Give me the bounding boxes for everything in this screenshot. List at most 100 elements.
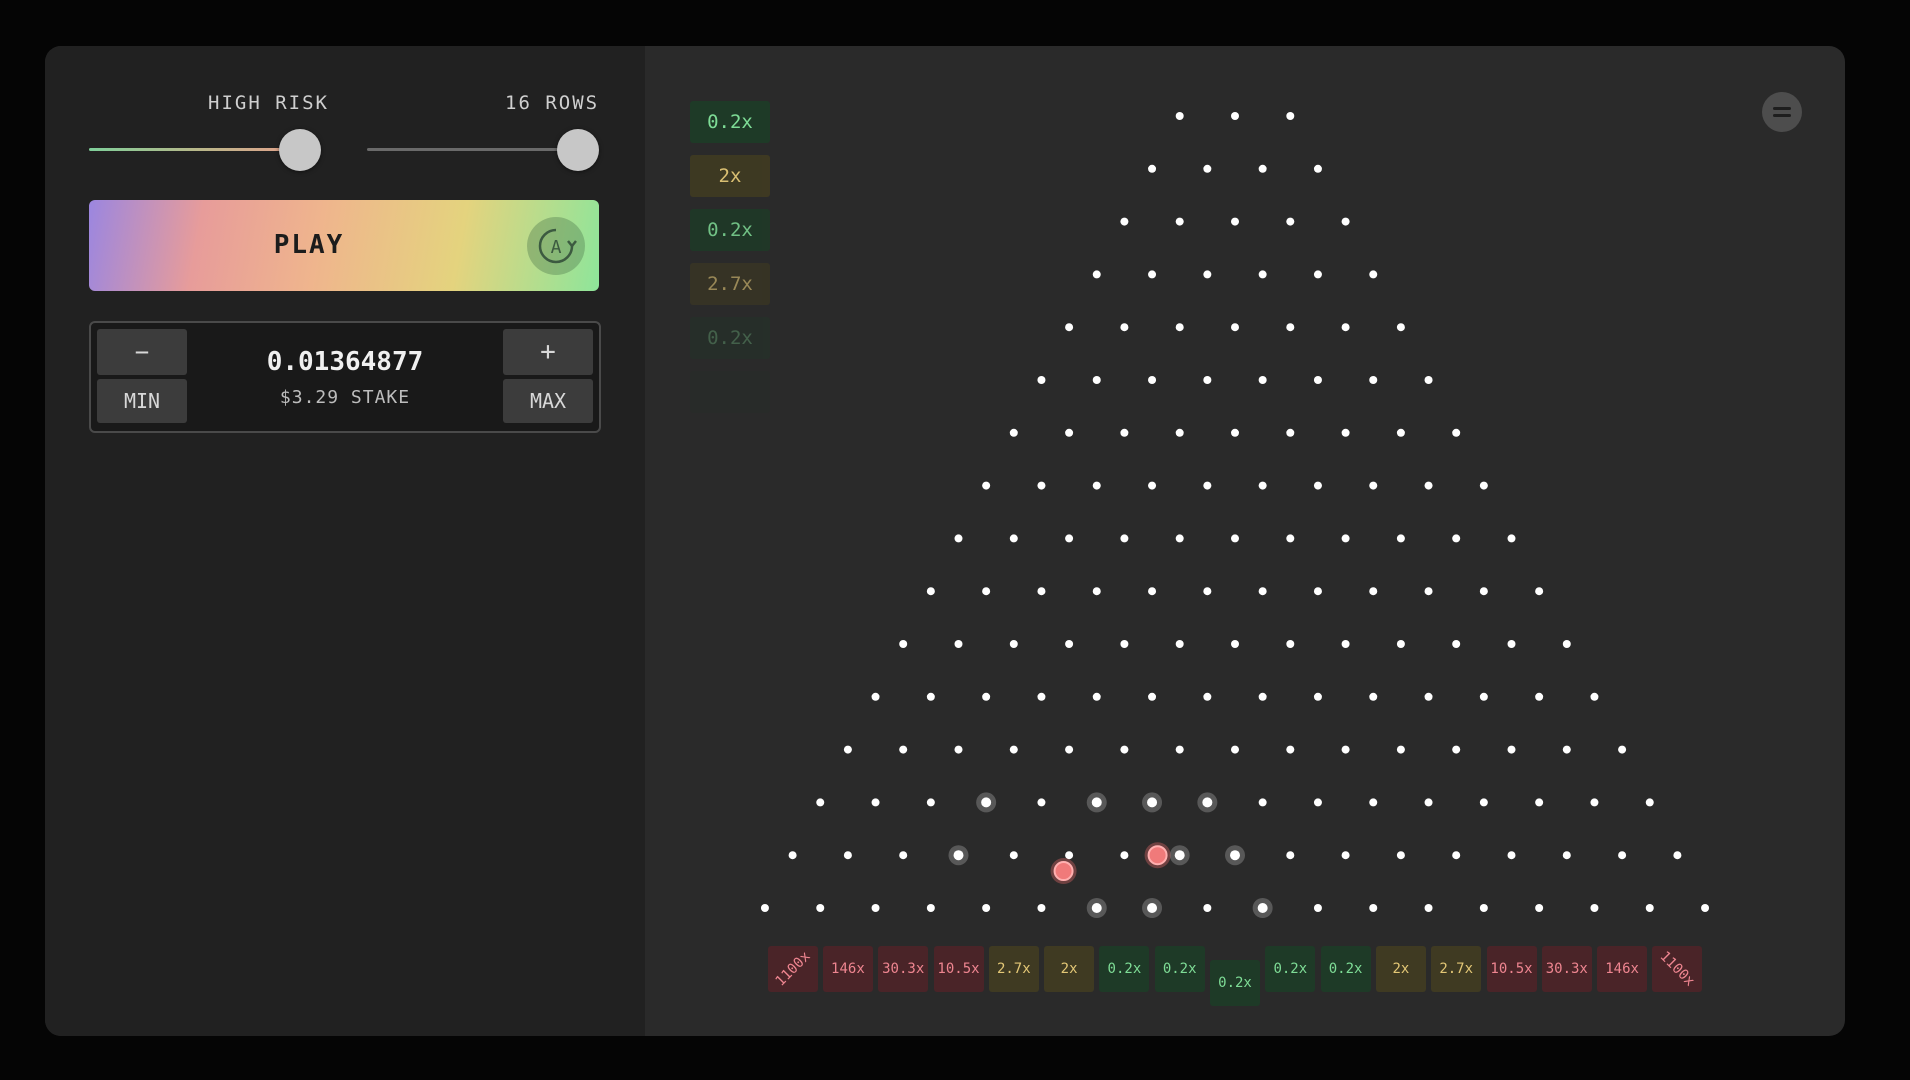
peg [1369,270,1378,279]
peg [1231,112,1239,120]
peg [1396,428,1405,437]
peg [1009,534,1018,543]
peg [1424,376,1433,384]
multiplier-bucket: 2.7x [988,946,1039,992]
peg [1203,270,1212,279]
peg [1369,798,1378,807]
peg [1148,376,1157,384]
play-button[interactable]: PLAY A [89,200,599,291]
peg [1120,534,1129,543]
peg [1452,745,1461,754]
peg [1286,640,1295,648]
peg [816,904,825,912]
peg [1009,640,1018,648]
peg [1147,903,1158,913]
peg [1396,640,1405,648]
peg [1507,534,1516,543]
peg [1396,745,1405,754]
peg [1203,376,1212,384]
peg [1535,692,1544,701]
increase-stake-button[interactable]: + [503,329,593,375]
decrease-stake-button[interactable]: − [97,329,187,375]
risk-label: HIGH RISK [208,92,329,114]
ball [1147,845,1168,866]
peg [1009,851,1018,860]
multiplier-bucket: 0.2x [1154,946,1205,992]
peg [1313,376,1322,384]
bucket-label: 30.3x [882,961,925,977]
peg [1286,428,1295,437]
multiplier-bucket: 2.7x [1431,946,1482,992]
rows-slider-track[interactable] [367,148,581,151]
peg [1009,428,1018,437]
peg [1037,481,1046,490]
stake-amount[interactable]: 0.01364877 [191,347,499,377]
peg [1286,851,1295,860]
peg [926,904,935,912]
peg [1258,798,1267,807]
bucket-label: 146x [1605,961,1639,977]
bucket-label: 10.5x [937,961,980,977]
min-stake-button[interactable]: MIN [97,379,187,423]
peg [954,640,963,648]
bucket-label: 0.2x [1273,961,1308,977]
risk-slider-track[interactable] [89,148,303,151]
peg [1175,640,1184,648]
peg [1341,428,1350,437]
peg [1174,850,1185,861]
peg [788,851,797,860]
peg [1092,270,1101,279]
peg [1092,481,1101,490]
peg [1479,692,1488,701]
max-stake-button[interactable]: MAX [503,379,593,423]
peg [1452,851,1461,860]
peg [1120,851,1129,860]
peg [1479,587,1488,596]
peg [1148,692,1157,701]
multiplier-bucket: 0.2x [1210,960,1260,1006]
peg [760,904,769,912]
peg [1590,692,1599,701]
peg [1258,587,1267,596]
peg [1701,904,1710,912]
peg [1203,692,1212,701]
peg [1341,323,1350,332]
peg [1203,164,1212,173]
peg [1065,428,1074,437]
peg [1257,903,1268,913]
peg [982,692,991,701]
peg [1645,798,1654,807]
peg [1313,904,1322,912]
ball [1053,861,1074,882]
rows-slider-thumb[interactable] [557,129,599,171]
peg [1175,745,1184,754]
risk-slider-thumb[interactable] [279,129,321,171]
bucket-label: 2x [1060,961,1078,977]
peg [1562,745,1571,754]
peg [1479,798,1488,807]
peg [1507,745,1516,754]
bucket-label: 2x [1392,961,1410,977]
autoplay-button[interactable]: A [527,217,585,275]
peg [1479,904,1488,912]
play-label: PLAY [273,230,345,260]
peg [1369,692,1378,701]
plinko-app: HIGH RISK 16 ROWS PLAY A − MIN 0.0136487… [45,46,1845,1036]
peg [1286,112,1295,120]
peg [1341,745,1350,754]
peg [899,851,908,860]
peg [1258,164,1267,173]
multiplier-bucket: 146x [1597,946,1648,992]
bucket-label: 1100x [1656,948,1698,990]
bucket-label: 0.2x [1162,961,1197,977]
peg [843,851,852,860]
peg [1175,112,1184,120]
peg [1562,851,1571,860]
bucket-label: 146x [831,961,865,977]
peg [1535,798,1544,807]
peg [1424,692,1433,701]
peg [843,745,852,754]
plinko-board: 0.2x 2x 0.2x 2.7x 0.2x 1100x 146x 30.3x 10.5x 2.… [645,46,1845,1036]
peg [1065,534,1074,543]
peg [1231,640,1239,648]
